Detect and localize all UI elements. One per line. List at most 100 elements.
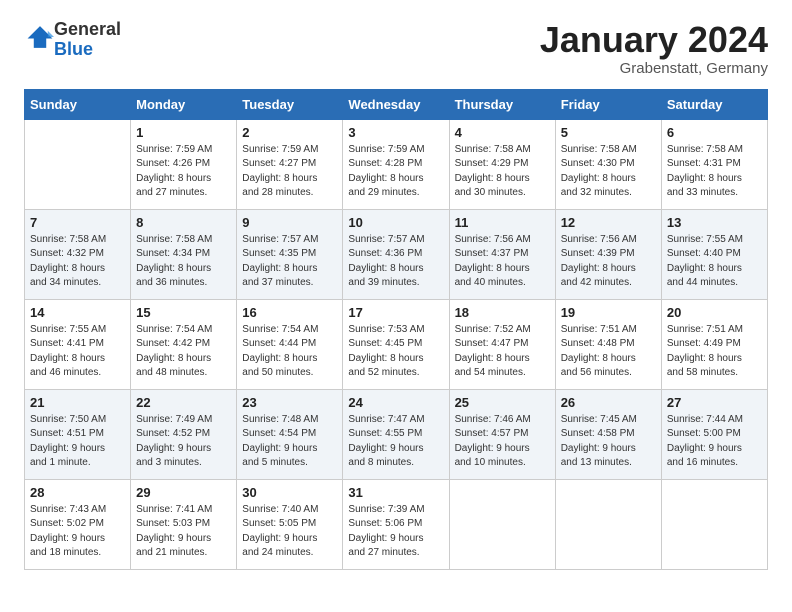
location: Grabenstatt, Germany <box>540 60 768 77</box>
calendar-cell: 28Sunrise: 7:43 AM Sunset: 5:02 PM Dayli… <box>25 479 131 569</box>
header-day-tuesday: Tuesday <box>237 89 343 119</box>
calendar-header-row: SundayMondayTuesdayWednesdayThursdayFrid… <box>25 89 768 119</box>
day-number: 18 <box>455 305 550 320</box>
logo: General Blue <box>24 20 121 60</box>
calendar-cell: 5Sunrise: 7:58 AM Sunset: 4:30 PM Daylig… <box>555 119 661 209</box>
header-day-friday: Friday <box>555 89 661 119</box>
cell-info: Sunrise: 7:50 AM Sunset: 4:51 PM Dayligh… <box>30 413 125 471</box>
calendar-week-row: 14Sunrise: 7:55 AM Sunset: 4:41 PM Dayli… <box>25 299 768 389</box>
cell-info: Sunrise: 7:55 AM Sunset: 4:40 PM Dayligh… <box>667 233 762 291</box>
calendar-cell: 29 Sunrise: 7:41 AM Sunset: 5:03 PM Dayli… <box>131 479 237 569</box>
day-number: 16 <box>242 305 337 320</box>
cell-info: Sunrise: 7:59 AM Sunset: 4:28 PM Dayligh… <box>348 143 443 201</box>
cell-info: Sunrise: 7:57 AM Sunset: 4:35 PM Dayligh… <box>242 233 337 291</box>
day-number: 11 <box>455 215 550 230</box>
cell-info: Sunrise: 7:58 AM Sunset: 4:32 PM Dayligh… <box>30 233 125 291</box>
month-title: January 2024 <box>540 20 768 60</box>
calendar-body: 1 Sunrise: 7:59 AM Sunset: 4:26 PM Daylig… <box>25 119 768 569</box>
calendar-cell: 11 Sunrise: 7:56 AM Sunset: 4:37 PM Dayli… <box>449 209 555 299</box>
logo-blue-text: Blue <box>54 39 93 59</box>
calendar-cell: 9 Sunrise: 7:57 AM Sunset: 4:35 PM Daylig… <box>237 209 343 299</box>
day-number: 5 <box>561 125 656 140</box>
calendar-cell: 12 Sunrise: 7:56 AM Sunset: 4:39 PM Dayli… <box>555 209 661 299</box>
day-number: 19 <box>561 305 656 320</box>
cell-info: Sunrise: 7:59 AM Sunset: 4:26 PM Dayligh… <box>136 143 231 201</box>
day-number: 7 <box>30 215 125 230</box>
calendar-cell: 10 Sunrise: 7:57 AM Sunset: 4:36 PM Dayli… <box>343 209 449 299</box>
calendar-cell: 22 Sunrise: 7:49 AM Sunset: 4:52 PM Dayli… <box>131 389 237 479</box>
cell-info: Sunrise: 7:48 AM Sunset: 4:54 PM Dayligh… <box>242 413 337 471</box>
day-number: 27 <box>667 395 762 410</box>
cell-info: Sunrise: 7:52 AM Sunset: 4:47 PM Dayligh… <box>455 323 550 381</box>
day-number: 9 <box>242 215 337 230</box>
header-day-wednesday: Wednesday <box>343 89 449 119</box>
calendar-cell: 16Sunrise: 7:54 AM Sunset: 4:44 PM Dayli… <box>237 299 343 389</box>
page-header: General Blue January 2024 Grabenstatt, G… <box>24 20 768 77</box>
calendar-cell: 4 Sunrise: 7:58 AM Sunset: 4:29 PM Daylig… <box>449 119 555 209</box>
calendar-cell: 3 Sunrise: 7:59 AM Sunset: 4:28 PM Daylig… <box>343 119 449 209</box>
calendar-cell <box>449 479 555 569</box>
cell-info: Sunrise: 7:39 AM Sunset: 5:06 PM Dayligh… <box>348 503 443 561</box>
cell-info: Sunrise: 7:47 AM Sunset: 4:55 PM Dayligh… <box>348 413 443 471</box>
calendar-cell <box>661 479 767 569</box>
calendar-cell <box>25 119 131 209</box>
calendar-week-row: 21 Sunrise: 7:50 AM Sunset: 4:51 PM Dayli… <box>25 389 768 479</box>
day-number: 17 <box>348 305 443 320</box>
cell-info: Sunrise: 7:58 AM Sunset: 4:34 PM Dayligh… <box>136 233 231 291</box>
day-number: 1 <box>136 125 231 140</box>
cell-info: Sunrise: 7:40 AM Sunset: 5:05 PM Dayligh… <box>242 503 337 561</box>
day-number: 4 <box>455 125 550 140</box>
calendar-cell: 19 Sunrise: 7:51 AM Sunset: 4:48 PM Dayli… <box>555 299 661 389</box>
day-number: 13 <box>667 215 762 230</box>
cell-info: Sunrise: 7:44 AM Sunset: 5:00 PM Dayligh… <box>667 413 762 471</box>
cell-info: Sunrise: 7:56 AM Sunset: 4:37 PM Dayligh… <box>455 233 550 291</box>
day-number: 24 <box>348 395 443 410</box>
calendar-cell: 8Sunrise: 7:58 AM Sunset: 4:34 PM Daylig… <box>131 209 237 299</box>
calendar-cell: 13 Sunrise: 7:55 AM Sunset: 4:40 PM Dayli… <box>661 209 767 299</box>
cell-info: Sunrise: 7:46 AM Sunset: 4:57 PM Dayligh… <box>455 413 550 471</box>
calendar-cell: 24 Sunrise: 7:47 AM Sunset: 4:55 PM Dayli… <box>343 389 449 479</box>
day-number: 2 <box>242 125 337 140</box>
calendar-cell: 20 Sunrise: 7:51 AM Sunset: 4:49 PM Dayli… <box>661 299 767 389</box>
cell-info: Sunrise: 7:58 AM Sunset: 4:29 PM Dayligh… <box>455 143 550 201</box>
day-number: 23 <box>242 395 337 410</box>
day-number: 12 <box>561 215 656 230</box>
header-day-saturday: Saturday <box>661 89 767 119</box>
day-number: 22 <box>136 395 231 410</box>
calendar-cell: 31Sunrise: 7:39 AM Sunset: 5:06 PM Dayli… <box>343 479 449 569</box>
cell-info: Sunrise: 7:51 AM Sunset: 4:49 PM Dayligh… <box>667 323 762 381</box>
cell-info: Sunrise: 7:49 AM Sunset: 4:52 PM Dayligh… <box>136 413 231 471</box>
cell-info: Sunrise: 7:59 AM Sunset: 4:27 PM Dayligh… <box>242 143 337 201</box>
calendar-table: SundayMondayTuesdayWednesdayThursdayFrid… <box>24 89 768 570</box>
calendar-cell: 15Sunrise: 7:54 AM Sunset: 4:42 PM Dayli… <box>131 299 237 389</box>
cell-info: Sunrise: 7:45 AM Sunset: 4:58 PM Dayligh… <box>561 413 656 471</box>
cell-info: Sunrise: 7:56 AM Sunset: 4:39 PM Dayligh… <box>561 233 656 291</box>
day-number: 21 <box>30 395 125 410</box>
calendar-cell: 17Sunrise: 7:53 AM Sunset: 4:45 PM Dayli… <box>343 299 449 389</box>
logo-general-text: General <box>54 19 121 39</box>
calendar-cell: 2 Sunrise: 7:59 AM Sunset: 4:27 PM Daylig… <box>237 119 343 209</box>
calendar-week-row: 1 Sunrise: 7:59 AM Sunset: 4:26 PM Daylig… <box>25 119 768 209</box>
calendar-cell: 1 Sunrise: 7:59 AM Sunset: 4:26 PM Daylig… <box>131 119 237 209</box>
calendar-cell: 27 Sunrise: 7:44 AM Sunset: 5:00 PM Dayli… <box>661 389 767 479</box>
cell-info: Sunrise: 7:43 AM Sunset: 5:02 PM Dayligh… <box>30 503 125 561</box>
cell-info: Sunrise: 7:58 AM Sunset: 4:31 PM Dayligh… <box>667 143 762 201</box>
day-number: 15 <box>136 305 231 320</box>
cell-info: Sunrise: 7:41 AM Sunset: 5:03 PM Dayligh… <box>136 503 231 561</box>
cell-info: Sunrise: 7:51 AM Sunset: 4:48 PM Dayligh… <box>561 323 656 381</box>
day-number: 3 <box>348 125 443 140</box>
day-number: 29 <box>136 485 231 500</box>
calendar-cell: 23 Sunrise: 7:48 AM Sunset: 4:54 PM Dayli… <box>237 389 343 479</box>
cell-info: Sunrise: 7:57 AM Sunset: 4:36 PM Dayligh… <box>348 233 443 291</box>
header-day-thursday: Thursday <box>449 89 555 119</box>
calendar-cell <box>555 479 661 569</box>
day-number: 14 <box>30 305 125 320</box>
calendar-cell: 25Sunrise: 7:46 AM Sunset: 4:57 PM Dayli… <box>449 389 555 479</box>
calendar-cell: 26Sunrise: 7:45 AM Sunset: 4:58 PM Dayli… <box>555 389 661 479</box>
calendar-week-row: 28Sunrise: 7:43 AM Sunset: 5:02 PM Dayli… <box>25 479 768 569</box>
day-number: 10 <box>348 215 443 230</box>
day-number: 20 <box>667 305 762 320</box>
calendar-cell: 18 Sunrise: 7:52 AM Sunset: 4:47 PM Dayli… <box>449 299 555 389</box>
day-number: 30 <box>242 485 337 500</box>
calendar-cell: 30 Sunrise: 7:40 AM Sunset: 5:05 PM Dayli… <box>237 479 343 569</box>
